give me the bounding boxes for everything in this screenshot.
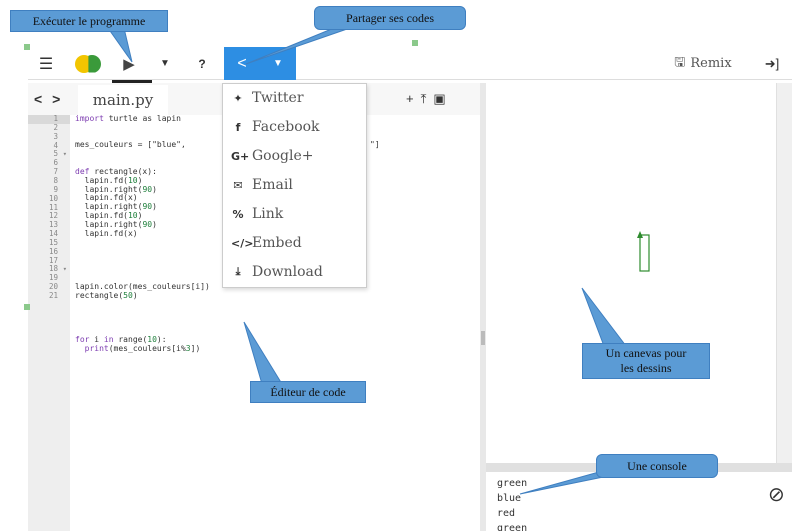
callout-pointer-share (245, 27, 351, 65)
callout-canvas: Un canevas pour les dessins (582, 343, 710, 379)
callout-run: Exécuter le programme (10, 10, 168, 32)
callout-pointer-run (107, 27, 133, 63)
callout-console: Une console (596, 454, 718, 478)
callout-pointers (107, 27, 628, 495)
callout-editor: Éditeur de code (250, 381, 366, 403)
callout-pointer-canvas (581, 287, 628, 347)
callout-share: Partager ses codes (314, 6, 466, 30)
callout-pointer-editor (243, 321, 283, 385)
